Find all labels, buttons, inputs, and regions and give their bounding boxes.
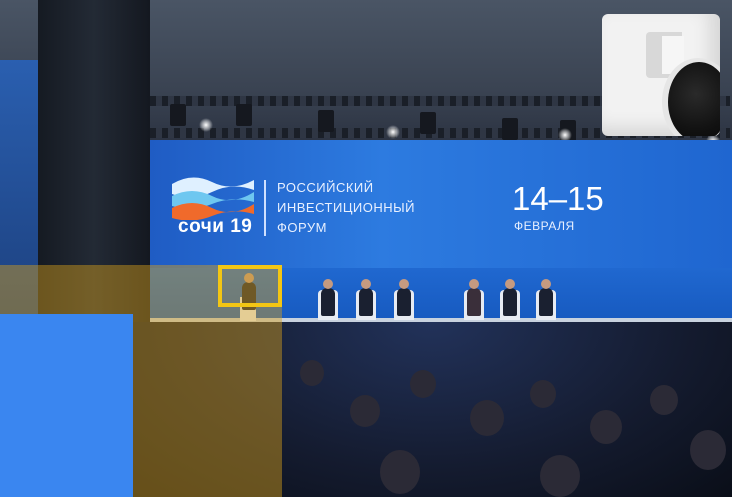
panelist [539, 279, 553, 316]
panelist [321, 279, 335, 316]
audience-member [470, 400, 504, 436]
logo-divider [264, 180, 266, 236]
audience-member [540, 455, 580, 497]
spotlight [386, 125, 400, 139]
audience-member [410, 370, 436, 398]
audience-member [380, 450, 420, 494]
panelist [467, 279, 481, 316]
event-month: ФЕВРАЛЯ [514, 219, 575, 233]
stage-light [502, 118, 518, 140]
audience-member [650, 385, 678, 415]
audience-member [300, 360, 324, 386]
event-dates: 14–15 [512, 180, 604, 217]
device-speaker-cone [668, 62, 720, 136]
stage-light [236, 104, 252, 126]
panelist [397, 279, 411, 316]
forum-title-line-2: ИНВЕСТИЦИОННЫЙ [277, 200, 416, 215]
speaker-highlight-box [218, 265, 282, 307]
brand-name: сочи 19 [178, 216, 253, 237]
wall-speaker-icon [602, 14, 720, 136]
stage-light [420, 112, 436, 134]
stage-light [170, 104, 186, 126]
spotlight [199, 118, 213, 132]
audience-member [690, 430, 726, 470]
forum-logo-icon [172, 177, 254, 220]
audience-member [590, 410, 622, 444]
panelist [503, 279, 517, 316]
forum-title-line-3: ФОРУМ [277, 220, 327, 235]
panelist [359, 279, 373, 316]
audience-member [350, 395, 380, 427]
audience-member [530, 380, 556, 408]
forum-title-line-1: РОССИЙСКИЙ [277, 180, 374, 195]
stage-light [318, 110, 334, 132]
blue-overlay-patch [0, 314, 133, 497]
